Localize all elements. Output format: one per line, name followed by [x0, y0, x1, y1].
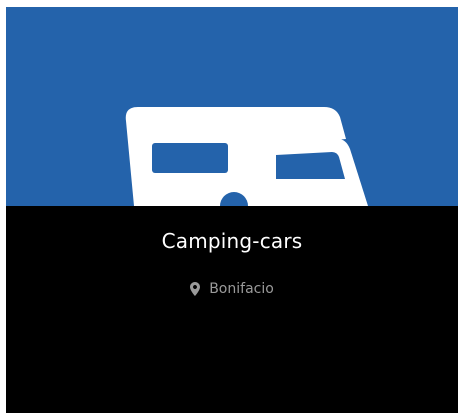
location-label: Bonifacio: [209, 281, 274, 297]
listing-image[interactable]: [6, 7, 458, 206]
camper-van-icon: [6, 7, 458, 206]
listing-title[interactable]: Camping-cars: [6, 226, 458, 256]
listing-card[interactable]: Camping-cars Bonifacio: [6, 7, 458, 413]
map-marker-icon: [190, 282, 201, 296]
listing-location: Bonifacio: [6, 280, 458, 298]
listing-caption: Camping-cars Bonifacio: [6, 206, 458, 413]
